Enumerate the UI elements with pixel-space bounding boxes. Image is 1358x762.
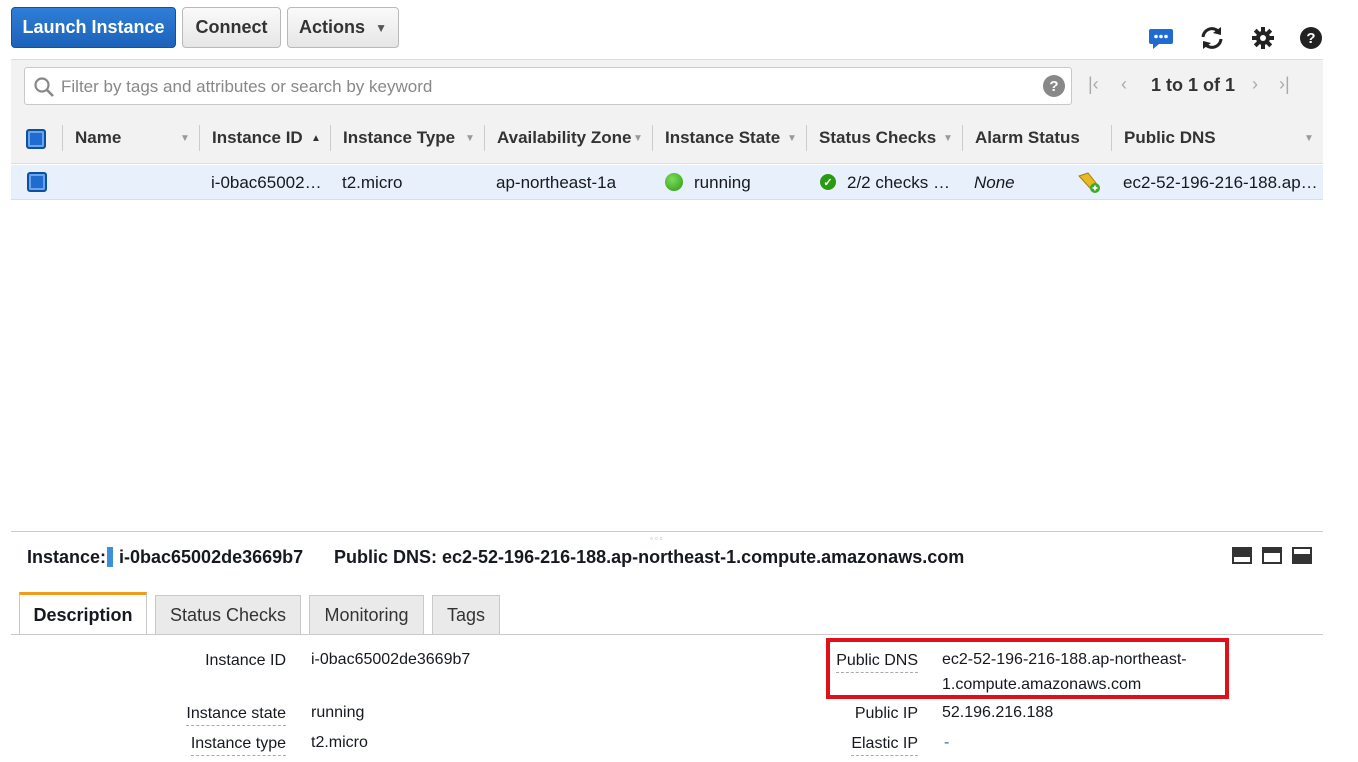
column-instance-state[interactable]: Instance State (665, 128, 780, 148)
value-elastic-ip: - (944, 734, 950, 751)
sort-caret-icon[interactable]: ▼ (787, 133, 797, 144)
connect-button[interactable]: Connect (182, 7, 281, 48)
running-status-icon (665, 173, 683, 191)
first-page-icon[interactable]: |‹ (1088, 74, 1099, 95)
value-instance-id: i-0bac65002de3669b7 (311, 651, 471, 668)
tab-status-checks[interactable]: Status Checks (155, 595, 301, 635)
cell-public-dns: ec2-52-196-216-188.ap… (1123, 173, 1318, 192)
column-instance-type[interactable]: Instance Type (343, 128, 455, 148)
prev-page-icon[interactable]: ‹ (1121, 74, 1127, 95)
instance-marker (107, 547, 113, 567)
check-ok-icon: ✓ (820, 174, 836, 190)
table-header: Name ▼ Instance ID ▲ Instance Type ▼ Ava… (11, 111, 1323, 164)
column-status-checks[interactable]: Status Checks (819, 128, 936, 148)
cell-instance-id: i-0bac65002… (211, 173, 322, 192)
resize-grip-icon[interactable]: ▫▫▫ (650, 534, 665, 543)
cell-availability-zone: ap-northeast-1a (496, 173, 617, 192)
search-placeholder: Filter by tags and attributes or search … (61, 77, 433, 96)
value-instance-state: running (311, 704, 365, 721)
column-availability-zone[interactable]: Availability Zone (497, 128, 631, 148)
actions-label: Actions (299, 17, 366, 37)
tab-monitoring[interactable]: Monitoring (309, 595, 424, 635)
sort-caret-icon[interactable]: ▼ (465, 133, 475, 144)
instance-id-title: i-0bac65002de3669b7 (119, 547, 304, 567)
column-public-dns[interactable]: Public DNS (1124, 128, 1216, 148)
chevron-down-icon: ▼ (375, 20, 387, 35)
label-public-ip: Public IP (854, 705, 918, 722)
cell-status-checks: 2/2 checks … (847, 173, 950, 192)
tabs-underline (11, 634, 1323, 635)
sort-caret-icon[interactable]: ▼ (180, 133, 190, 144)
highlight-box (826, 638, 1229, 699)
sort-caret-icon[interactable]: ▼ (943, 133, 953, 144)
tab-description[interactable]: Description (19, 592, 147, 635)
tab-tags[interactable]: Tags (432, 595, 500, 635)
layout-bottom-icon[interactable] (1232, 547, 1252, 564)
public-dns-title: Public DNS: ec2-52-196-216-188.ap-northe… (334, 547, 965, 567)
column-name[interactable]: Name (75, 128, 121, 148)
chat-icon[interactable] (1148, 25, 1174, 51)
value-instance-type: t2.micro (311, 734, 368, 751)
column-alarm-status[interactable]: Alarm Status (975, 128, 1080, 148)
launch-instance-button[interactable]: Launch Instance (11, 7, 176, 48)
search-input[interactable]: Filter by tags and attributes or search … (24, 67, 1072, 105)
label-instance-state: Instance state (186, 705, 286, 726)
table-row[interactable]: i-0bac65002… t2.micro ap-northeast-1a ru… (11, 165, 1323, 200)
cell-instance-type: t2.micro (342, 173, 403, 192)
search-icon (33, 76, 55, 103)
label-elastic-ip: Elastic IP (851, 735, 918, 756)
value-public-ip: 52.196.216.188 (942, 704, 1054, 721)
layout-split-icon[interactable] (1262, 547, 1282, 564)
filter-bar: Filter by tags and attributes or search … (11, 59, 1323, 111)
refresh-icon[interactable] (1199, 25, 1225, 51)
cell-alarm-status: None (974, 173, 1015, 192)
layout-top-icon[interactable] (1292, 547, 1312, 564)
instance-label: Instance: (27, 547, 107, 567)
svg-text:?: ? (1306, 30, 1315, 47)
panel-divider[interactable] (11, 531, 1323, 532)
row-checkbox[interactable] (27, 172, 47, 192)
gear-icon[interactable] (1250, 25, 1276, 51)
sort-caret-icon[interactable]: ▼ (1304, 133, 1314, 144)
next-page-icon[interactable]: › (1252, 74, 1258, 95)
sort-caret-icon[interactable]: ▼ (633, 133, 643, 144)
cell-instance-state: running (694, 173, 751, 192)
column-instance-id[interactable]: Instance ID (212, 128, 303, 148)
help-icon[interactable]: ? (1298, 25, 1324, 51)
select-all-checkbox[interactable] (26, 129, 46, 149)
add-alarm-icon[interactable] (1077, 170, 1101, 199)
search-help-icon[interactable]: ? (1043, 75, 1065, 97)
sort-asc-icon[interactable]: ▲ (311, 133, 321, 144)
label-instance-id: Instance ID (205, 652, 286, 669)
actions-button[interactable]: Actions ▼ (287, 7, 399, 48)
last-page-icon[interactable]: ›| (1279, 74, 1290, 95)
label-instance-type: Instance type (190, 735, 286, 756)
pagination-text: 1 to 1 of 1 (1151, 75, 1236, 95)
